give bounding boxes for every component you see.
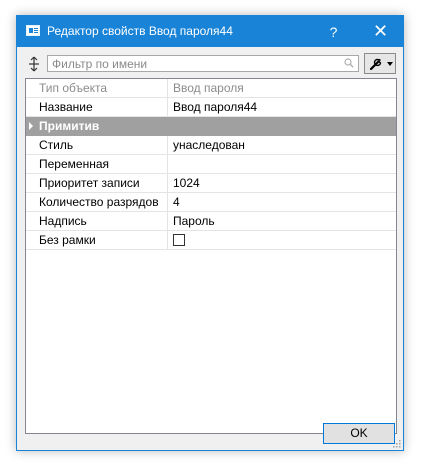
property-value[interactable]: 1024 <box>168 174 396 192</box>
no-frame-checkbox[interactable] <box>173 234 185 246</box>
property-editor-dialog: Редактор свойств Ввод пароля44 ? ✕ Фильт… <box>16 15 404 451</box>
property-row-caption[interactable]: Надпись Пароль <box>26 212 396 231</box>
toolbar <box>17 47 403 79</box>
property-row-no-frame[interactable]: Без рамки <box>26 231 396 250</box>
help-button[interactable]: ? <box>311 16 356 47</box>
category-label: Примитив <box>39 119 100 133</box>
property-row-priority[interactable]: Приоритет записи 1024 <box>26 174 396 193</box>
filter-field[interactable] <box>47 55 359 72</box>
property-label: Название <box>26 98 168 116</box>
sort-arrows-icon[interactable] <box>27 56 41 72</box>
property-label: Переменная <box>26 155 168 173</box>
title-bar[interactable]: Редактор свойств Ввод пароля44 ? ✕ <box>17 16 403 47</box>
category-row-primitive[interactable]: Примитив <box>26 117 396 136</box>
property-value[interactable]: унаследован <box>168 136 396 154</box>
property-grid: Тип объекта Ввод пароля Название Ввод па… <box>25 78 397 434</box>
property-row-variable[interactable]: Переменная <box>26 155 396 174</box>
search-icon <box>344 58 354 68</box>
tools-menu-button[interactable] <box>364 53 396 74</box>
property-row-name[interactable]: Название Ввод пароля44 <box>26 98 396 117</box>
property-label: Стиль <box>26 136 168 154</box>
ok-button[interactable]: OK <box>323 423 395 444</box>
property-row-object-type: Тип объекта Ввод пароля <box>26 79 396 98</box>
close-button[interactable]: ✕ <box>358 16 403 47</box>
property-row-digits[interactable]: Количество разрядов 4 <box>26 193 396 212</box>
property-value[interactable]: 4 <box>168 193 396 211</box>
property-value[interactable] <box>168 155 396 173</box>
property-label: Количество разрядов <box>26 193 168 211</box>
property-label: Тип объекта <box>26 79 168 97</box>
property-row-style[interactable]: Стиль унаследован <box>26 136 396 155</box>
wrench-icon <box>369 58 382 71</box>
property-label: Приоритет записи <box>26 174 168 192</box>
chevron-down-icon <box>387 62 393 66</box>
window-title: Редактор свойств Ввод пароля44 <box>47 24 233 38</box>
property-label: Без рамки <box>26 231 168 249</box>
filter-input[interactable] <box>50 56 342 71</box>
property-value: Ввод пароля <box>173 81 244 95</box>
property-label: Надпись <box>26 212 168 230</box>
property-value[interactable]: Пароль <box>168 212 396 230</box>
property-value[interactable]: Ввод пароля44 <box>168 98 396 116</box>
window-icon <box>26 25 40 36</box>
resize-grip-icon[interactable] <box>391 438 401 448</box>
